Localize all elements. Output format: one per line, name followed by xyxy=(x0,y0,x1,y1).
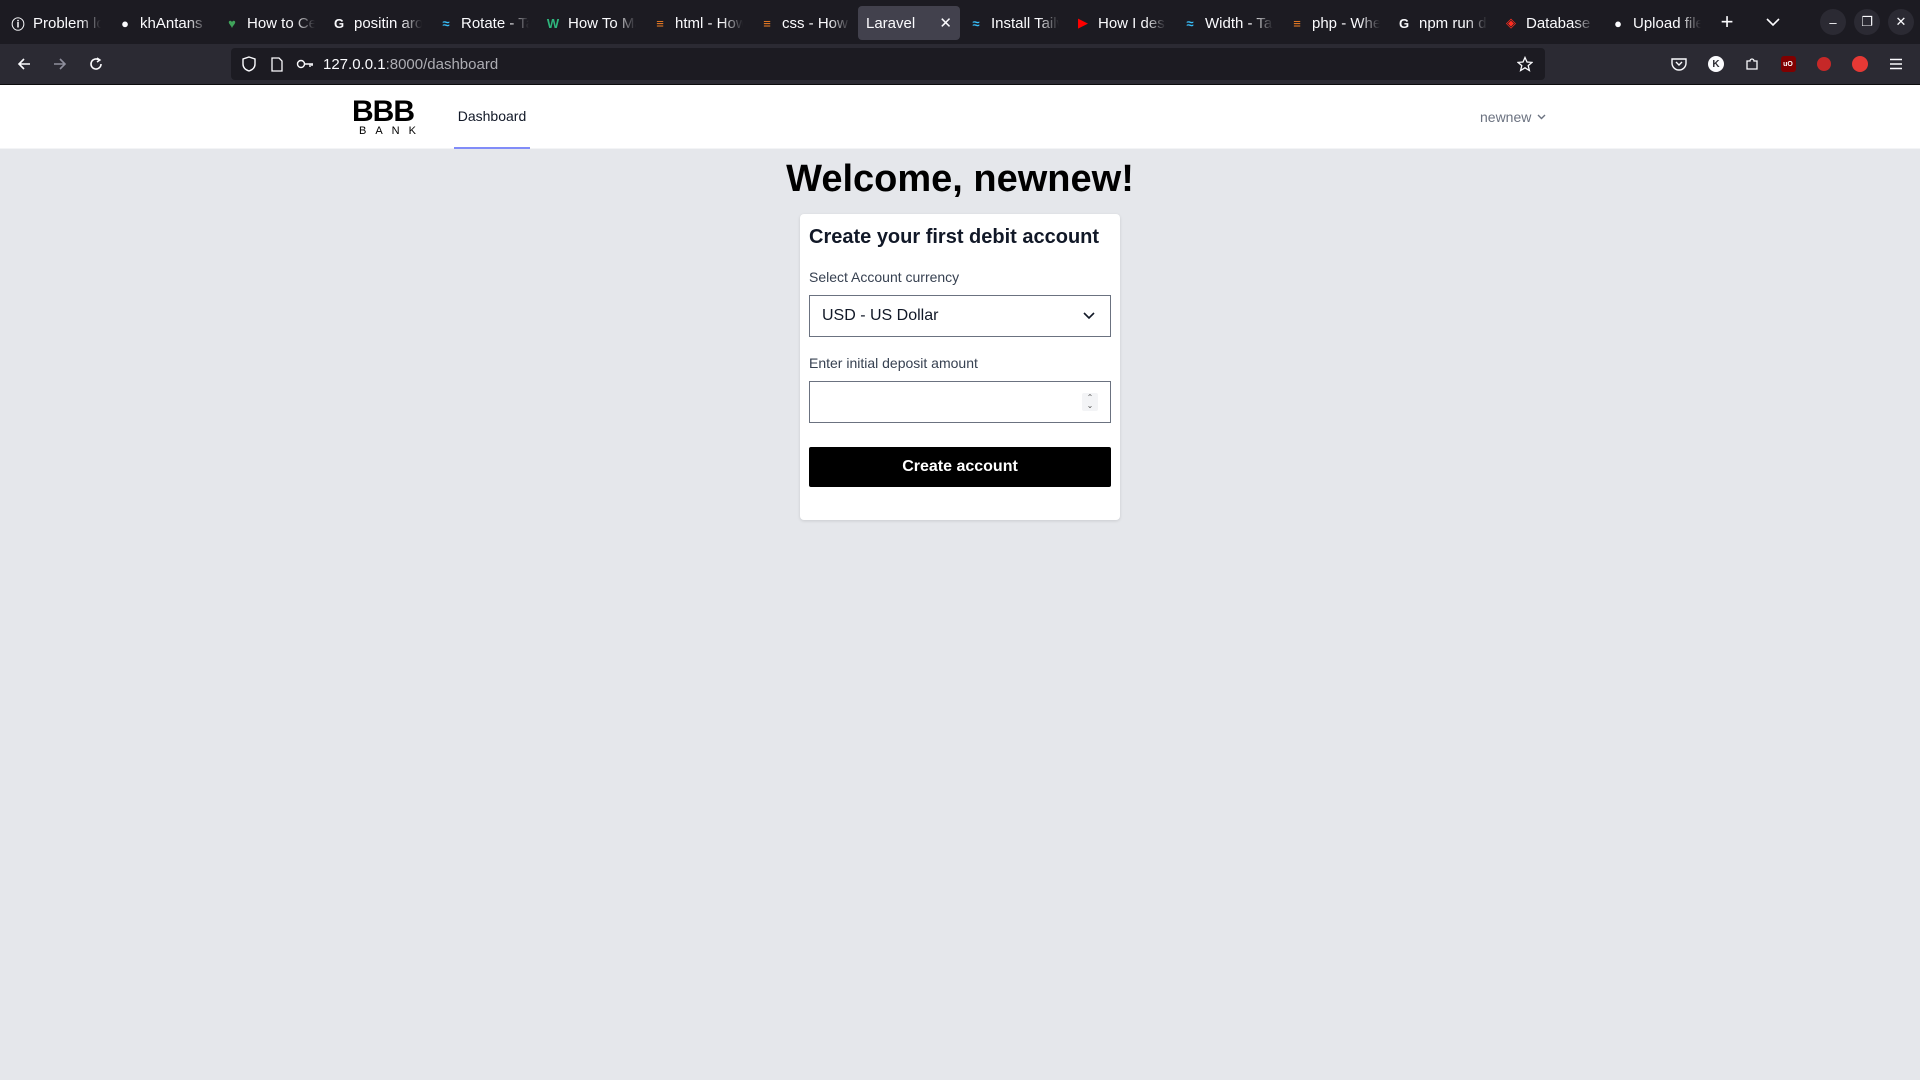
address-bar[interactable]: 127.0.0.1:8000/dashboard xyxy=(231,48,1545,80)
browser-tab[interactable]: ♥ How to Center xyxy=(216,6,323,40)
tailwind-icon: ≈ xyxy=(1186,15,1194,31)
ublock-origin-icon[interactable]: uO xyxy=(1777,53,1799,75)
account-avatar-icon[interactable]: K xyxy=(1705,53,1727,75)
browser-tab[interactable]: Gnpm run dev xyxy=(1388,6,1495,40)
user-name: newnew xyxy=(1480,109,1532,125)
tab-label: Install Tailwind xyxy=(991,14,1059,32)
browser-tab[interactable]: ≈ Rotate - Tailwind xyxy=(430,6,537,40)
url-text[interactable]: 127.0.0.1:8000/dashboard xyxy=(323,56,498,73)
extensions-puzzle-icon[interactable] xyxy=(1741,53,1763,75)
currency-label: Select Account currency xyxy=(809,269,960,285)
tab-label: Upload files xyxy=(1633,14,1701,32)
tab-label: css - How xyxy=(782,14,848,32)
tab-strip: ⓘ Problem loading page ● khAntans ♥ How to Ce… xyxy=(2,4,1709,40)
user-menu-dropdown[interactable]: newnew xyxy=(1480,85,1546,149)
deposit-amount-input[interactable]: ⌃ ⌄ xyxy=(809,381,1111,423)
browser-tab[interactable]: ≡ html - How xyxy=(644,6,751,40)
tab-label: khAntans xyxy=(140,14,203,32)
logo-main-text: BBB xyxy=(352,95,415,128)
browser-tab[interactable]: ◈ Database xyxy=(1495,6,1602,40)
arrow-left-icon xyxy=(17,58,30,70)
tab-label: html - How xyxy=(675,14,743,32)
logo-sub-text: BANK xyxy=(359,125,425,137)
currency-selected-value: USD - US Dollar xyxy=(822,307,939,324)
stepper-down-icon[interactable]: ⌄ xyxy=(1087,402,1094,410)
reload-button[interactable] xyxy=(80,48,112,80)
card-title: Create your first debit account xyxy=(809,226,1100,248)
github-icon: ● xyxy=(1614,15,1622,31)
stackoverflow-icon: ≡ xyxy=(656,15,664,31)
tab-label: Rotate - Tailwind xyxy=(461,14,529,32)
browser-tab[interactable]: ● Upload files xyxy=(1602,6,1709,40)
create-account-button[interactable]: Create account xyxy=(809,447,1111,487)
app-header: BBB BANK Dashboard newnew xyxy=(0,85,1920,149)
tab-label: How to Center xyxy=(247,14,315,32)
pocket-icon[interactable] xyxy=(1668,53,1690,75)
create-account-card: Create your first debit account Select A… xyxy=(800,214,1120,520)
number-stepper[interactable]: ⌃ ⌄ xyxy=(1082,393,1098,411)
forward-button[interactable] xyxy=(44,48,76,80)
welcome-heading: Welcome, newnew! xyxy=(786,158,1134,200)
tab-label: Laravel xyxy=(866,14,916,32)
bookmark-star-icon[interactable] xyxy=(1515,54,1535,74)
tab-label: How I design xyxy=(1098,14,1166,32)
hamburger-menu-icon[interactable] xyxy=(1885,53,1907,75)
nav-link-dashboard[interactable]: Dashboard xyxy=(454,85,530,149)
browser-tab[interactable]: ≈ Width - Tailwind xyxy=(1174,6,1281,40)
back-button[interactable] xyxy=(8,48,40,80)
tab-label: positin around xyxy=(354,14,422,32)
tab-label: npm run dev xyxy=(1419,14,1487,32)
chevron-down-icon xyxy=(1083,312,1095,320)
w-icon: W xyxy=(546,15,560,31)
browser-tab-bar: ⓘ Problem loading page ● khAntans ♥ How to Ce… xyxy=(0,0,1920,44)
google-icon: G xyxy=(1398,15,1410,31)
currency-select[interactable]: USD - US Dollar xyxy=(809,295,1111,337)
reload-icon xyxy=(90,57,102,70)
list-all-tabs-button[interactable] xyxy=(1755,4,1791,40)
browser-tab[interactable]: ⓘ Problem loading page xyxy=(2,6,109,40)
tomato-extension-icon[interactable] xyxy=(1813,53,1835,75)
browser-tab[interactable]: ▶ How I design xyxy=(1067,6,1174,40)
browser-tab[interactable]: Gpositin around xyxy=(323,6,430,40)
tailwind-icon: ≈ xyxy=(972,15,980,31)
browser-tab[interactable]: ● khAntans xyxy=(109,6,216,40)
browser-tab[interactable]: W How To Make xyxy=(537,6,644,40)
new-tab-button[interactable]: + xyxy=(1709,4,1745,40)
minimize-window-button[interactable]: – xyxy=(1820,9,1846,35)
browser-tab[interactable]: ≈ Install Tailwind xyxy=(960,6,1067,40)
restore-window-button[interactable]: ❐ xyxy=(1854,9,1880,35)
google-icon: G xyxy=(333,15,345,31)
chevron-down-icon xyxy=(1537,114,1546,120)
red-circle-extension-icon[interactable] xyxy=(1849,53,1871,75)
laravel-icon: ◈ xyxy=(1506,15,1516,30)
close-tab-icon[interactable]: ✕ xyxy=(939,14,952,32)
tab-label: Database xyxy=(1526,14,1591,32)
close-window-button[interactable]: ✕ xyxy=(1888,9,1914,35)
github-icon: ● xyxy=(121,15,129,31)
tab-label: Width - Tailwind xyxy=(1205,14,1273,32)
browser-tab[interactable]: ≡ php - When xyxy=(1281,6,1388,40)
shield-icon[interactable] xyxy=(239,54,259,74)
url-path: :8000/dashboard xyxy=(385,55,499,73)
browser-tab[interactable]: Laravel ✕ xyxy=(858,6,960,40)
stackoverflow-icon: ≡ xyxy=(1293,15,1301,31)
key-icon[interactable] xyxy=(295,54,315,74)
youtube-icon: ▶ xyxy=(1078,15,1088,30)
info-icon: ⓘ xyxy=(11,16,25,32)
page-icon[interactable] xyxy=(267,54,287,74)
bank-logo[interactable]: BBB BANK xyxy=(351,95,425,138)
leaf-icon: ♥ xyxy=(228,15,236,31)
arrow-right-icon xyxy=(54,58,67,70)
browser-toolbar: 127.0.0.1:8000/dashboard K uO xyxy=(0,44,1920,85)
stackoverflow-icon: ≡ xyxy=(763,15,771,31)
browser-tab[interactable]: ≡ css - How xyxy=(751,6,858,40)
chevron-down-icon xyxy=(1766,18,1780,27)
deposit-label: Enter initial deposit amount xyxy=(809,355,978,371)
tailwind-icon: ≈ xyxy=(442,15,450,31)
tab-label: How To Make xyxy=(568,14,636,32)
tab-label: Problem loading page xyxy=(33,14,101,32)
url-host: 127.0.0.1 xyxy=(323,55,386,73)
tab-label: php - When xyxy=(1312,14,1380,32)
